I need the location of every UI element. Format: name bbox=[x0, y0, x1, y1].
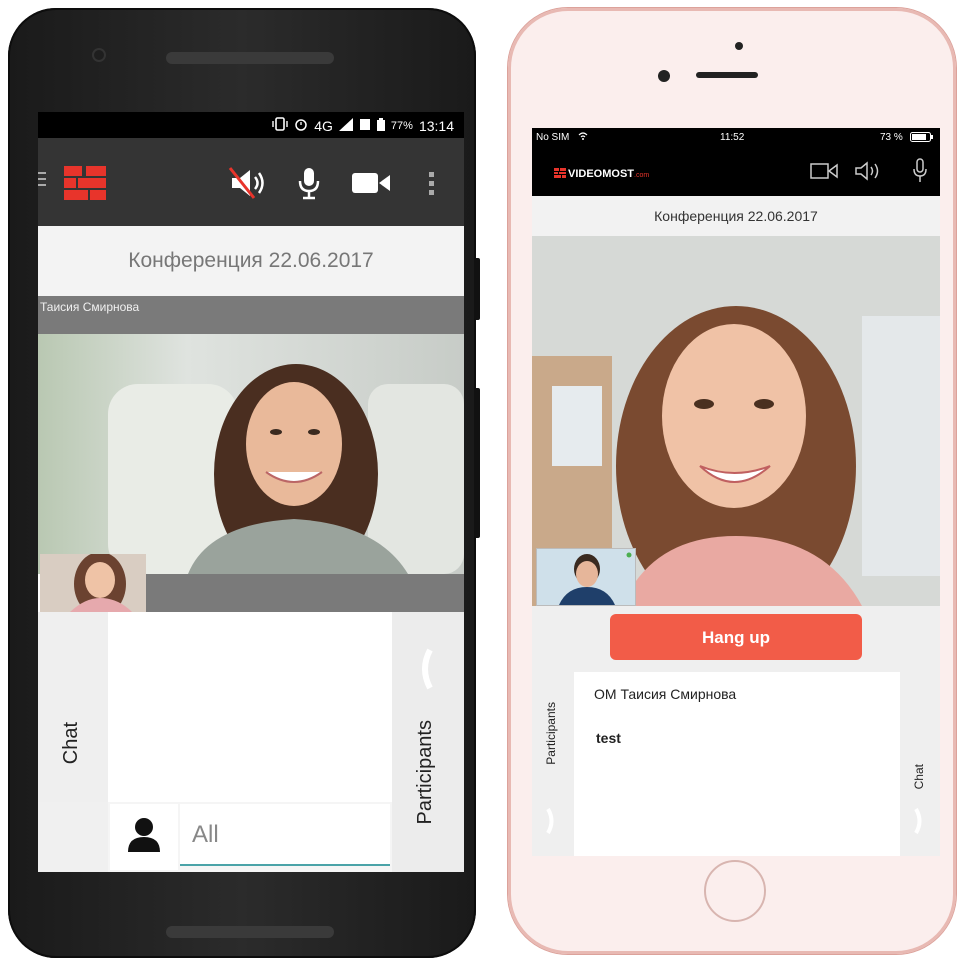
videomost-logo-icon[interactable] bbox=[64, 166, 106, 200]
microphone-icon[interactable] bbox=[297, 166, 321, 200]
chat-tab-label: Chat bbox=[912, 764, 926, 790]
participants-tab[interactable]: Participants bbox=[532, 672, 574, 856]
app-toolbar: VIDEOMOST .com bbox=[532, 148, 940, 196]
front-camera bbox=[92, 48, 106, 62]
app-toolbar bbox=[38, 138, 464, 226]
video-frame-image bbox=[38, 334, 464, 574]
videomost-logo: VIDEOMOST .com bbox=[554, 165, 649, 183]
self-view-thumbnail[interactable] bbox=[40, 554, 146, 612]
chat-tab-label: Chat bbox=[60, 722, 82, 765]
recipient-input[interactable]: All bbox=[180, 804, 390, 866]
volume-button bbox=[474, 258, 480, 320]
videomost-logo-icon bbox=[554, 165, 568, 183]
iphone: No SIM 11:52 73 % VIDEOMOST .com Конфере… bbox=[508, 8, 956, 954]
participants-tab-label: Participants bbox=[544, 702, 558, 765]
status-bar: 4G 77% 13:14 bbox=[38, 112, 464, 138]
chat-messages-panel bbox=[108, 612, 392, 802]
wifi-icon bbox=[578, 131, 588, 144]
participants-tab[interactable]: Participants bbox=[392, 612, 464, 872]
power-button bbox=[474, 388, 480, 538]
speaker-muted-icon[interactable] bbox=[228, 166, 268, 200]
chat-panel: ОМ Таисия Смирнова test bbox=[574, 672, 900, 856]
vibrate-icon bbox=[272, 117, 288, 134]
signal-icon bbox=[338, 117, 353, 134]
carrier: No SIM bbox=[536, 132, 570, 143]
select-recipient-button[interactable] bbox=[110, 804, 178, 870]
camera-icon[interactable] bbox=[810, 162, 838, 185]
battery-icon bbox=[376, 117, 385, 134]
self-view-thumbnail[interactable] bbox=[536, 548, 636, 606]
logo-suffix: .com bbox=[634, 172, 650, 179]
android-screen: 4G 77% 13:14 Конференция 22.06.2017 Таис… bbox=[38, 112, 464, 872]
chat-author: ОМ Таисия Смирнова bbox=[594, 686, 737, 702]
chevron-left-icon[interactable] bbox=[418, 648, 434, 695]
android-phone: 4G 77% 13:14 Конференция 22.06.2017 Таис… bbox=[8, 8, 480, 958]
clock: 13:14 bbox=[418, 117, 454, 134]
sim-icon bbox=[359, 118, 371, 134]
battery-percent: 77% bbox=[390, 119, 413, 132]
bottom-speaker bbox=[166, 926, 334, 938]
logo-brand: VIDEOMOST bbox=[568, 168, 635, 180]
main-video bbox=[38, 334, 464, 574]
home-button[interactable] bbox=[704, 860, 766, 922]
self-view-image bbox=[40, 554, 146, 612]
alarm-icon bbox=[294, 117, 308, 134]
earpiece-speaker bbox=[166, 52, 334, 64]
chevron-right-icon[interactable] bbox=[914, 807, 924, 839]
participants-tab-label: Participants bbox=[414, 720, 436, 825]
chat-tab[interactable]: Chat bbox=[900, 672, 940, 856]
status-bar: No SIM 11:52 73 % bbox=[532, 128, 940, 148]
front-camera bbox=[658, 70, 670, 82]
chat-tab[interactable]: Chat bbox=[38, 612, 108, 802]
camera-icon[interactable] bbox=[350, 170, 392, 196]
chevron-right-icon[interactable] bbox=[546, 807, 556, 839]
menu-icon[interactable] bbox=[38, 168, 48, 192]
battery-percent: 73 % bbox=[880, 132, 903, 143]
clock: 11:52 bbox=[720, 132, 745, 143]
chat-message-text: test bbox=[596, 730, 621, 746]
proximity-sensor bbox=[735, 42, 743, 50]
speaker-icon[interactable] bbox=[854, 161, 882, 186]
conference-title: Конференция 22.06.2017 bbox=[532, 196, 940, 236]
user-icon bbox=[126, 816, 162, 859]
hang-up-button[interactable]: Hang up bbox=[610, 614, 862, 660]
battery-icon bbox=[910, 132, 934, 145]
earpiece-speaker bbox=[696, 72, 758, 78]
video-footer-strip bbox=[146, 574, 464, 612]
microphone-icon[interactable] bbox=[912, 158, 928, 189]
more-vertical-icon[interactable] bbox=[426, 166, 436, 200]
network-type: 4G bbox=[314, 117, 333, 134]
conference-title: Конференция 22.06.2017 bbox=[38, 226, 464, 296]
self-view-image bbox=[537, 549, 635, 605]
speaker-name: Таисия Смирнова bbox=[38, 296, 464, 334]
iphone-screen: No SIM 11:52 73 % VIDEOMOST .com Конфере… bbox=[532, 128, 940, 856]
